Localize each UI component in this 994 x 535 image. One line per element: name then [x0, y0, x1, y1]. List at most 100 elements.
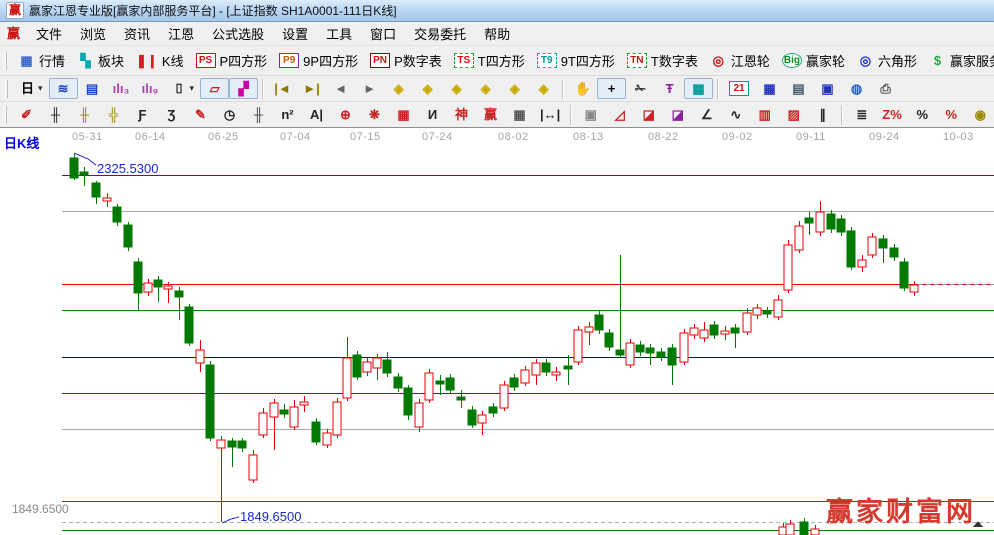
diamond-left-button[interactable]: ◈ — [384, 78, 413, 99]
maze-button[interactable]: ▩ — [684, 78, 713, 99]
calculator-button[interactable]: ▦ — [755, 78, 784, 99]
fractal-n-button[interactable]: И — [418, 104, 447, 125]
frame-box-button[interactable]: ▣ — [576, 104, 605, 125]
zoom-wave-button[interactable]: ≋ — [49, 78, 78, 99]
width-measure-button[interactable]: |↔| — [534, 104, 566, 125]
angle-lines-button[interactable]: ∠ — [692, 104, 721, 125]
candle-style-dropdown[interactable]: ⌷▾ — [165, 78, 201, 99]
menu-item-3[interactable]: 资讯 — [115, 22, 159, 45]
compass-button[interactable]: ⊕ — [331, 104, 360, 125]
web-save-button[interactable]: ◍ — [842, 78, 871, 99]
menu-item-2[interactable]: 浏览 — [71, 22, 115, 45]
region-map-icon: ▱ — [206, 80, 223, 97]
hexagon-button[interactable]: ◎六角形 — [851, 49, 923, 72]
percent-line-button[interactable]: % — [937, 104, 966, 125]
menu-item-1[interactable]: 文件 — [27, 22, 71, 45]
diamond-compress-button[interactable]: ◈ — [471, 78, 500, 99]
red-brush-button[interactable]: ✎ — [186, 104, 215, 125]
percent-z-button[interactable]: Z% — [876, 104, 908, 125]
t-square-button[interactable]: TST四方形 — [448, 49, 531, 72]
period-day-dropdown[interactable]: 日▾ — [13, 78, 49, 99]
hexagon-icon: ◎ — [857, 52, 874, 69]
candle-style-icon: ⌷ — [171, 80, 188, 97]
fan-box-red-button[interactable]: ◪ — [634, 104, 663, 125]
diamond-expand-button[interactable]: ◈ — [500, 78, 529, 99]
menu-item-6[interactable]: 设置 — [273, 22, 317, 45]
prev-page-button[interactable]: ◄ — [326, 78, 355, 99]
ying-button[interactable]: 赢 — [476, 104, 505, 125]
tick-ruler-button[interactable]: ╫ — [244, 104, 273, 125]
snowflake-button[interactable]: ❋ — [360, 104, 389, 125]
diamond-hexpand-button[interactable]: ◈ — [442, 78, 471, 99]
f-fence-button[interactable]: Ƒ — [128, 104, 157, 125]
grid-box-button[interactable]: ▦ — [389, 104, 418, 125]
p-number-table-icon: PN — [370, 53, 390, 68]
chart-area[interactable]: 日K线 05-3106-1406-2507-0407-1507-2408-020… — [0, 128, 994, 535]
histogram-button[interactable]: ▞ — [229, 78, 258, 99]
9t-square-button[interactable]: T99T四方形 — [531, 49, 621, 72]
gold-circle-icon: ◉ — [972, 106, 989, 123]
percent-button[interactable]: % — [908, 104, 937, 125]
clock-cycle-button[interactable]: ◷ — [215, 104, 244, 125]
bars-3-button[interactable]: ılı₃ — [107, 78, 136, 99]
gann-wheel-button[interactable]: ◎江恩轮 — [704, 49, 776, 72]
bars-9-icon: ılı₉ — [142, 80, 159, 97]
notebook-icon: ▤ — [790, 80, 807, 97]
grid-red2-button[interactable]: ▨ — [779, 104, 808, 125]
gann-fan-button[interactable]: ◿ — [605, 104, 634, 125]
grid-red-button[interactable]: ▥ — [750, 104, 779, 125]
diamond-expand-icon: ◈ — [506, 80, 523, 97]
first-page-button[interactable]: |◄ — [268, 78, 297, 99]
ruler-123-button[interactable]: ▦ — [505, 104, 534, 125]
diamond-fullview-button[interactable]: ◈ — [529, 78, 558, 99]
hand-pan-button[interactable]: ✋ — [568, 78, 597, 99]
9p-square-button[interactable]: P99P四方形 — [273, 49, 364, 72]
next-page-button[interactable]: ► — [355, 78, 384, 99]
kline-button[interactable]: ❚❙K线 — [130, 49, 189, 72]
sectors-button[interactable]: ▚板块 — [71, 49, 130, 72]
region-map-button[interactable]: ▱ — [200, 78, 229, 99]
gold-fence-button[interactable]: ╫ — [70, 104, 99, 125]
save-button[interactable]: ▣ — [813, 78, 842, 99]
menu-item-10[interactable]: 帮助 — [475, 22, 519, 45]
p-number-table-button[interactable]: PNP数字表 — [364, 49, 448, 72]
winner-wheel-button[interactable]: Big赢家轮 — [776, 49, 851, 72]
tick-ruler-icon: ╫ — [250, 106, 267, 123]
angle-a-button[interactable]: A| — [302, 104, 331, 125]
shen-button[interactable]: 神 — [447, 104, 476, 125]
first-page-icon: |◄ — [274, 80, 291, 97]
menu-item-5[interactable]: 公式选股 — [203, 22, 273, 45]
menu-item-9[interactable]: 交易委托 — [405, 22, 475, 45]
notebook-button[interactable]: ▤ — [784, 78, 813, 99]
kline-label: K线 — [162, 51, 184, 70]
bars-9-button[interactable]: ılı₉ — [136, 78, 165, 99]
winner-service-button[interactable]: $赢家服务 — [923, 49, 994, 72]
grid-ticks-button[interactable]: ╫ — [41, 104, 70, 125]
calendar-button[interactable]: 21 — [723, 79, 755, 98]
gann-emblem-button[interactable]: Ŧ — [655, 78, 684, 99]
n-squared-button[interactable]: n² — [273, 104, 302, 125]
zigzag-button[interactable]: ∿ — [721, 104, 750, 125]
t-number-table-button[interactable]: TNT数字表 — [621, 49, 704, 72]
market-quotes-button[interactable]: ▦行情 — [12, 49, 71, 72]
gold-fence2-button[interactable]: ╬ — [99, 104, 128, 125]
print-button[interactable]: ⎙ — [871, 78, 900, 99]
diamond-right-button[interactable]: ◈ — [413, 78, 442, 99]
levels-button[interactable]: ≣ — [847, 104, 876, 125]
draw-knife-button[interactable]: ✐ — [12, 104, 41, 125]
frame-box-icon: ▣ — [582, 106, 599, 123]
fan-box-purple-button[interactable]: ◪ — [663, 104, 692, 125]
crosshair-button[interactable]: + — [597, 78, 626, 99]
gold-circle-button[interactable]: ◉ — [966, 104, 994, 125]
percent-z-icon: Z% — [882, 106, 902, 123]
parallel-lines-button[interactable]: ∥ — [808, 104, 837, 125]
info-document-button[interactable]: ▤ — [78, 78, 107, 99]
last-page-button[interactable]: ►| — [297, 78, 326, 99]
menu-item-7[interactable]: 工具 — [317, 22, 361, 45]
p-square-button[interactable]: PSP四方形 — [190, 49, 274, 72]
menu-item-4[interactable]: 江恩 — [159, 22, 203, 45]
menu-item-8[interactable]: 窗口 — [361, 22, 405, 45]
three-fence-button[interactable]: Ʒ — [157, 104, 186, 125]
percent-cut-button[interactable]: ✁ — [626, 78, 655, 99]
kline-plot[interactable] — [0, 128, 994, 535]
